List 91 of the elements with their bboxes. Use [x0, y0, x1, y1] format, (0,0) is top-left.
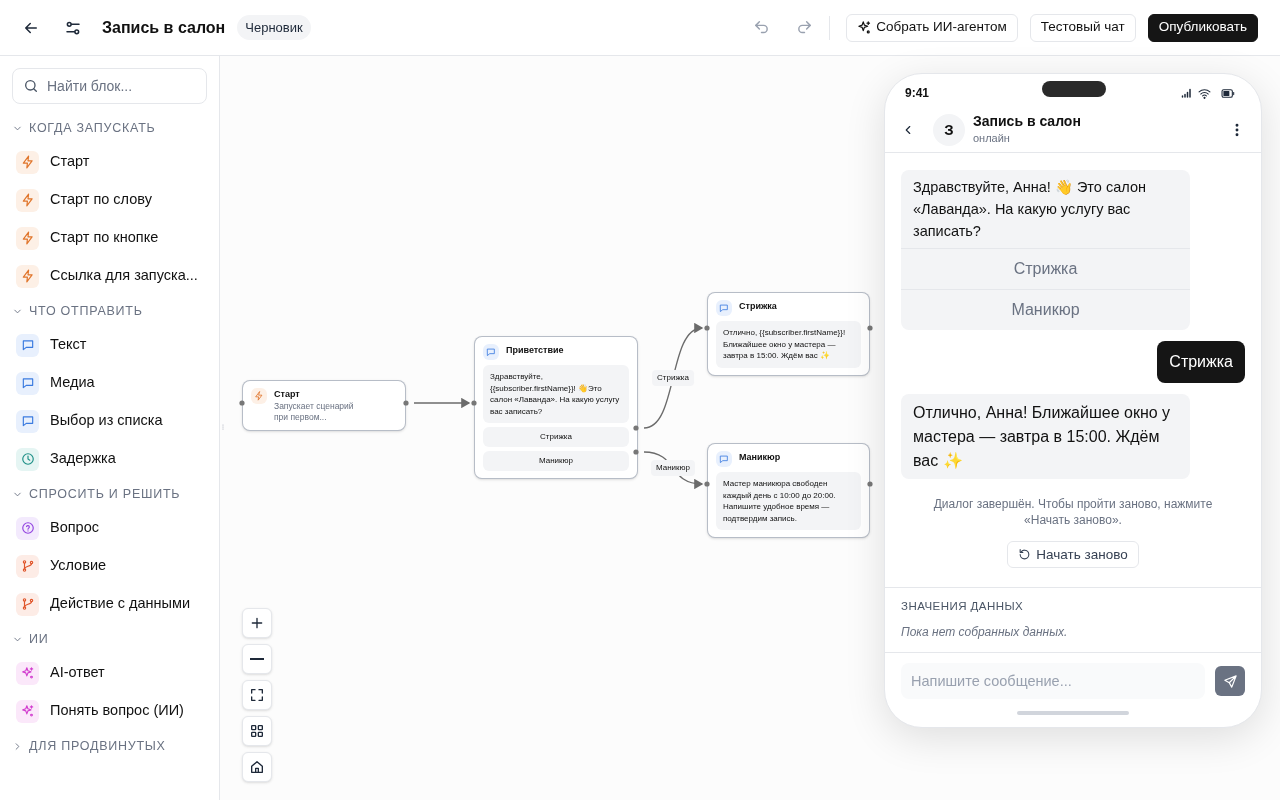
flow-title: Запись в салон: [102, 17, 226, 38]
block-item[interactable]: Действие с данными: [12, 585, 207, 623]
block-item[interactable]: Выбор из списка: [12, 402, 207, 440]
chat-icon: [719, 454, 729, 464]
chat-status: онлайн: [973, 131, 1011, 147]
send-button[interactable]: [1215, 666, 1245, 696]
sparkle-icon: [857, 20, 873, 35]
ai-build-button[interactable]: Собрать ИИ-агентом: [846, 13, 1018, 42]
redo-icon[interactable]: [796, 19, 814, 36]
fit-view-button[interactable]: [242, 680, 272, 710]
section-header[interactable]: КОГДА ЗАПУСКАТЬ: [12, 116, 207, 140]
flow-node[interactable]: Стрижка Отлично, {{subscriber.firstName}}! Ближайшее окно у мастера — завтра в 15:00. Ждём вас ✨: [707, 292, 870, 376]
block-item[interactable]: Медиа: [12, 364, 207, 402]
block-item[interactable]: Задержка: [12, 440, 207, 478]
block-item[interactable]: Старт по кнопке: [12, 219, 207, 257]
flow-node[interactable]: Маникюр Мастер маникюра свободен каждый день с 10:00 до 20:00. Напишите удобное время — подтвердим запись.: [707, 443, 870, 538]
section-header[interactable]: ДЛЯ ПРОДВИНУТЫХ: [12, 734, 207, 758]
search-field[interactable]: Найти блок...: [12, 68, 207, 104]
block-item[interactable]: Ссылка для запуска...: [12, 257, 207, 295]
status-time: 9:41: [905, 85, 930, 102]
restart-icon: [1018, 548, 1032, 562]
node-subtitle: Запускает сценарий при первом...: [274, 401, 355, 423]
node-title: Приветствие: [506, 344, 564, 357]
block-item[interactable]: AI-ответ: [12, 654, 207, 692]
search-input[interactable]: Найти блок...: [47, 75, 196, 97]
section-header[interactable]: ЧТО ОТПРАВИТЬ: [12, 299, 207, 323]
test-chat-button[interactable]: Тестовый чат: [1029, 13, 1136, 42]
chat-icon: [20, 338, 35, 352]
node-title: Стрижка: [739, 300, 777, 313]
quick-reply-button[interactable]: Маникюр: [901, 289, 1190, 331]
flow-node[interactable]: Старт Запускает сценарий при первом...: [242, 380, 406, 431]
chat-icon: [719, 303, 729, 313]
branch-icon: [20, 559, 35, 573]
home-icon: [249, 759, 265, 775]
node-text: Отлично, {{subscriber.firstName}}! Ближайшее окно у мастера — завтра в 15:00. Ждём вас ✨: [716, 321, 861, 368]
block-item[interactable]: Текст: [12, 326, 207, 364]
undo-icon[interactable]: [753, 19, 771, 36]
sparkle-icon: [20, 666, 35, 680]
quick-reply-button[interactable]: Стрижка: [901, 248, 1190, 290]
block-item[interactable]: Старт по слову: [12, 181, 207, 219]
signal-icon: [1180, 87, 1194, 99]
branch-icon: [20, 597, 35, 611]
status-badge: Черновик: [237, 14, 311, 41]
publish-button[interactable]: Опубликовать: [1147, 13, 1258, 42]
clock-icon: [20, 452, 35, 466]
chat-icon: [20, 376, 35, 390]
section-header[interactable]: СПРОСИТЬ И РЕШИТЬ: [12, 482, 207, 506]
node-text: Здравствуйте, {{subscriber.firstName}}! 👋Это салон «Лаванда». На какую услугу вас записать?: [483, 365, 629, 423]
node-title: Маникюр: [739, 451, 781, 464]
grid-icon: [249, 723, 265, 739]
data-section-title: ЗНАЧЕНИЯ ДАННЫХ: [901, 598, 1025, 614]
grid-button[interactable]: [242, 716, 272, 746]
edge-label: Стрижка: [652, 370, 694, 386]
chat-icon: [20, 414, 35, 428]
dynamic-island: [1042, 81, 1106, 97]
home-button[interactable]: [242, 752, 272, 782]
block-item[interactable]: Старт: [12, 143, 207, 181]
bot-message: Здравствуйте, Анна! 👋 Это салон «Лаванда». На какую услугу вас записать?: [912, 178, 1147, 241]
message-input[interactable]: Напишите сообщение...: [901, 663, 1205, 699]
section-header[interactable]: ИИ: [12, 627, 207, 651]
block-item[interactable]: Вопрос: [12, 509, 207, 547]
block-item[interactable]: Понять вопрос (ИИ): [12, 692, 207, 730]
dialog-note: Диалог завершён. Чтобы пройти заново, нажмите «Начать заново».: [932, 496, 1214, 529]
fit-view-icon: [249, 687, 265, 703]
chat-icon: [486, 347, 496, 357]
lightning-icon: [20, 231, 35, 245]
empty-data-text: Пока нет собранных данных.: [901, 624, 1069, 641]
bot-message: Отлично, Анна! Ближайшее окно у мастера — завтра в 15:00. Ждём вас ✨: [912, 403, 1172, 472]
zoom-out-button[interactable]: [242, 644, 272, 674]
edge-label: Маникюр: [651, 460, 695, 476]
connector-arrow: [413, 397, 471, 409]
node-button: Стрижка: [483, 427, 629, 447]
restart-button[interactable]: Начать заново: [1007, 541, 1139, 569]
wifi-icon: [1197, 86, 1212, 100]
chat-avatar: З: [933, 114, 965, 146]
node-button: Маникюр: [483, 451, 629, 471]
search-icon: [23, 78, 39, 94]
question-icon: [20, 521, 35, 535]
lightning-icon: [20, 155, 35, 169]
chat-name: Запись в салон: [973, 113, 1082, 131]
lightning-icon: [20, 269, 35, 283]
send-icon: [1222, 673, 1238, 689]
lightning-icon: [254, 391, 264, 401]
node-title: Старт: [274, 388, 301, 401]
node-text: Мастер маникюра свободен каждый день с 10:00 до 20:00. Напишите удобное время — подтвердим запись.: [716, 472, 861, 530]
sparkle-icon: [20, 704, 35, 718]
user-message: Стрижка: [1157, 341, 1245, 384]
zoom-in-button[interactable]: [242, 608, 272, 638]
zoom-in-icon: [249, 615, 265, 631]
lightning-icon: [20, 193, 35, 207]
block-item[interactable]: Условие: [12, 547, 207, 585]
